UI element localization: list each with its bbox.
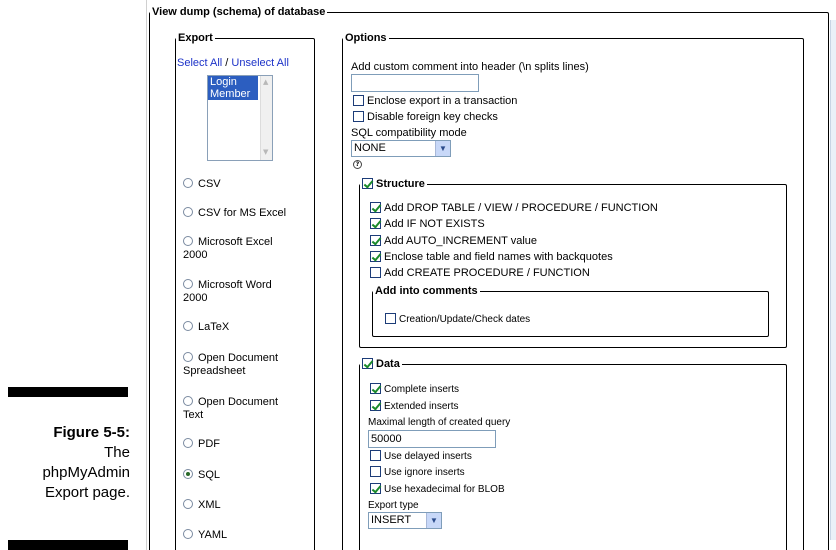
checkbox-icon[interactable] [385,313,396,324]
extended-inserts-option[interactable]: Extended inserts [370,400,459,414]
format-excel-2000[interactable]: Microsoft Excel 2000 [183,236,313,262]
select-all-link[interactable]: Select All [177,57,222,69]
format-csv[interactable]: CSV [183,178,313,191]
checkbox-checked-icon[interactable] [370,202,381,213]
phpmyadmin-export-screenshot: View dump (schema) of database Export Se… [146,0,836,550]
format-word-2000[interactable]: Microsoft Word 2000 [183,279,313,305]
caption-line: phpMyAdmin [42,464,130,481]
radio-icon[interactable] [183,352,193,362]
chevron-down-icon[interactable]: ▼ [426,513,441,528]
checkbox-checked-icon[interactable] [370,218,381,229]
radio-icon[interactable] [183,529,193,539]
dump-legend: View dump (schema) of database [152,6,326,18]
help-icon[interactable]: ? [353,160,362,169]
format-csv-excel[interactable]: CSV for MS Excel [183,207,313,220]
format-odt[interactable]: Open Document Text [183,396,313,422]
radio-icon[interactable] [183,207,193,217]
comments-legend: Add into comments [375,285,478,297]
radio-icon[interactable] [183,396,193,406]
table-select-list[interactable]: Login Member ▲ ▼ [207,75,273,161]
checkbox-checked-icon[interactable] [370,483,381,494]
figure-caption: Figure 5-5: The phpMyAdmin Export page. [0,423,130,503]
export-type-select[interactable]: INSERT ▼ [368,512,442,529]
radio-icon[interactable] [183,178,193,188]
radio-icon[interactable] [183,499,193,509]
if-not-exists-option[interactable]: Add IF NOT EXISTS [370,217,485,231]
compat-label: SQL compatibility mode [351,127,467,139]
export-type-label: Export type [368,500,419,511]
checkbox-icon[interactable] [353,111,364,122]
checkbox-checked-icon[interactable] [362,358,373,369]
checkbox-icon[interactable] [370,466,381,477]
options-legend: Options [345,32,387,44]
ignore-inserts-option[interactable]: Use ignore inserts [370,466,465,480]
list-scrollbar[interactable]: ▲ ▼ [260,76,272,160]
checkbox-icon[interactable] [370,450,381,461]
auto-increment-option[interactable]: Add AUTO_INCREMENT value [370,234,537,248]
delayed-inserts-option[interactable]: Use delayed inserts [370,450,472,464]
complete-inserts-option[interactable]: Complete inserts [370,383,459,397]
checkbox-icon[interactable] [353,95,364,106]
radio-icon[interactable] [183,438,193,448]
chevron-down-icon[interactable]: ▼ [435,141,450,156]
export-legend: Export [178,32,213,44]
table-option[interactable]: Login [208,76,258,88]
checkbox-icon[interactable] [370,267,381,278]
format-pdf[interactable]: PDF [183,438,313,451]
compat-select[interactable]: NONE ▼ [351,140,451,157]
radio-icon[interactable] [183,279,193,289]
radio-selected-icon[interactable] [183,469,193,479]
scroll-up-icon[interactable]: ▲ [263,78,268,86]
max-length-input[interactable]: 50000 [368,430,496,448]
checkbox-checked-icon[interactable] [370,383,381,394]
select-links: Select All / Unselect All [177,57,289,69]
comment-label: Add custom comment into header (\n split… [351,61,589,73]
format-yaml[interactable]: YAML [183,529,313,542]
transaction-option[interactable]: Enclose export in a transaction [353,94,517,108]
unselect-all-link[interactable]: Unselect All [231,57,288,69]
hex-blob-option[interactable]: Use hexadecimal for BLOB [370,483,505,497]
scroll-down-icon[interactable]: ▼ [263,148,268,156]
format-latex[interactable]: LaTeX [183,321,313,334]
checkbox-checked-icon[interactable] [370,235,381,246]
figure-number: Figure 5-5: [53,424,130,441]
backquotes-option[interactable]: Enclose table and field names with backq… [370,250,613,264]
max-length-label: Maximal length of created query [368,417,511,428]
dates-option[interactable]: Creation/Update/Check dates [385,313,530,327]
foreign-key-option[interactable]: Disable foreign key checks [353,110,498,124]
data-legend[interactable]: Data [360,358,402,370]
checkbox-checked-icon[interactable] [362,178,373,189]
drop-table-option[interactable]: Add DROP TABLE / VIEW / PROCEDURE / FUNC… [370,201,658,215]
page-scrollbar[interactable] [830,20,836,540]
structure-legend[interactable]: Structure [360,178,427,190]
caption-line: The [104,444,130,461]
comments-fieldset: Add into comments [372,285,769,337]
create-procedure-option[interactable]: Add CREATE PROCEDURE / FUNCTION [370,266,590,280]
caption-line: Export page. [44,484,130,501]
checkbox-checked-icon[interactable] [370,251,381,262]
radio-icon[interactable] [183,321,193,331]
caption-rule-bottom [8,540,128,550]
format-xml[interactable]: XML [183,499,313,512]
checkbox-checked-icon[interactable] [370,400,381,411]
format-ods[interactable]: Open Document Spreadsheet [183,352,313,378]
caption-rule-top [8,387,128,397]
comment-input[interactable] [351,74,479,92]
table-option[interactable]: Member [208,88,258,100]
format-sql[interactable]: SQL [183,469,313,482]
radio-icon[interactable] [183,236,193,246]
